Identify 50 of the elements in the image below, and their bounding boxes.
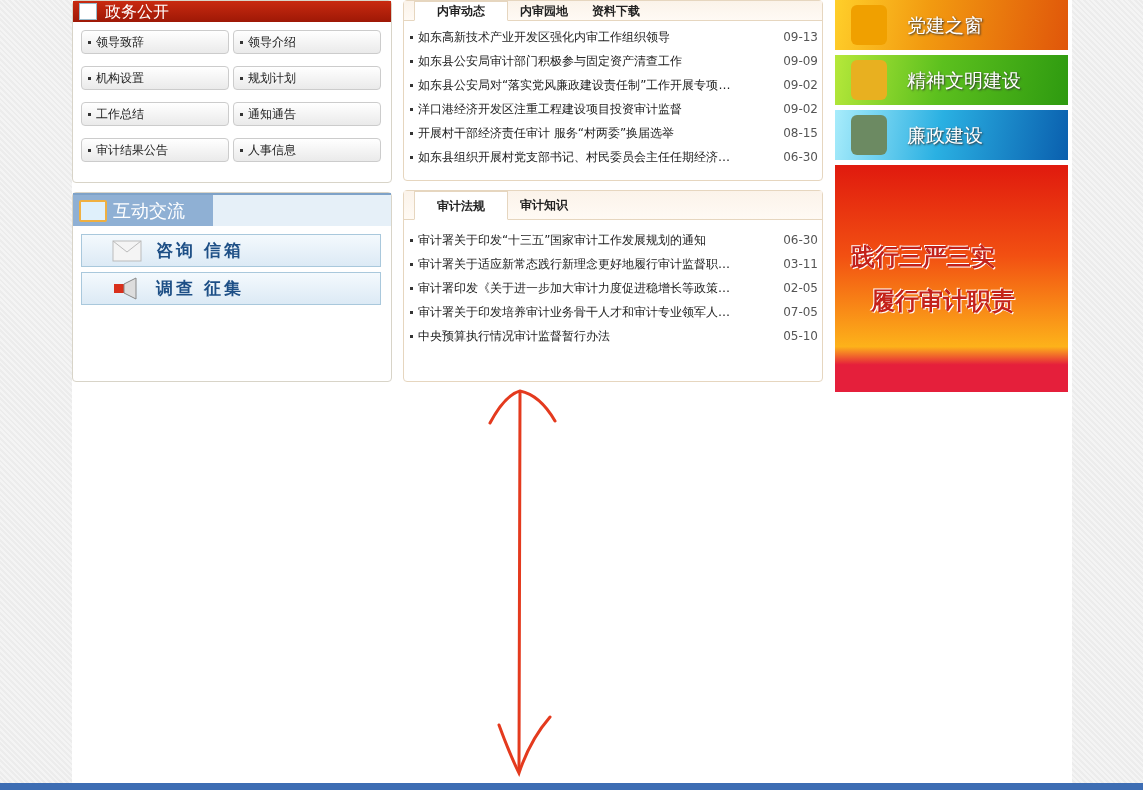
news-link[interactable]: 审计署印发《关于进一步加大审计力度促进稳增长等政策… [410,279,730,297]
nav-link-button[interactable]: 领导介绍 [232,30,381,54]
nav-link-button[interactable]: 领导致辞 [80,30,229,54]
news-date: 09-02 [783,77,818,94]
tab[interactable]: 资料下载 [580,1,652,20]
news-date: 03-11 [783,256,818,273]
window-icon [78,199,107,222]
emblem-icon [850,115,887,155]
service-button[interactable]: 咨询 信箱 [80,234,381,267]
panel-title: 互动交流 [112,199,185,223]
nav-link-button[interactable]: 规划计划 [232,66,381,90]
banner-slogan: 履行审计职责 [870,285,1015,317]
news-link[interactable]: 审计署关于适应新常态践行新理念更好地履行审计监督职… [410,255,730,273]
tab[interactable]: 审计法规 [414,191,508,220]
nav-link-button[interactable]: 机构设置 [80,66,229,90]
service-button[interactable]: 调查 征集 [80,272,381,305]
news-link[interactable]: 如东县公安局对“落实党风廉政建设责任制”工作开展专项… [410,76,731,94]
emblem-icon [850,60,887,100]
nav-link-button[interactable]: 通知通告 [232,102,381,126]
news-date: 02-05 [783,280,818,297]
news-link[interactable]: 如东高新技术产业开发区强化内审工作组织领导 [410,28,670,46]
news-link[interactable]: 审计署关于印发“十三五”国家审计工作发展规划的通知 [410,231,707,249]
panel-title: 政务公开 [104,0,169,23]
news-date: 09-09 [783,53,818,70]
news-date: 08-15 [783,125,818,142]
banner-title: 廉政建设 [906,122,983,148]
news-date: 06-30 [783,149,818,166]
document-icon [78,3,97,20]
news-date: 09-13 [783,29,818,46]
nav-link-button[interactable]: 人事信息 [232,138,381,162]
news-link[interactable]: 如东县公安局审计部门积极参与固定资产清查工作 [410,52,682,70]
banner-title: 党建之窗 [906,12,983,38]
news-date: 09-02 [783,101,818,118]
news-link[interactable]: 中央预算执行情况审计监督暂行办法 [410,327,610,345]
news-link[interactable]: 洋口港经济开发区注重工程建设项目投资审计监督 [410,100,682,118]
news-date: 07-05 [783,304,818,321]
news-link[interactable]: 开展村干部经济责任审计 服务“村两委”换届选举 [410,124,675,142]
nav-link-button[interactable]: 工作总结 [80,102,229,126]
tab[interactable]: 审计知识 [508,191,580,219]
news-date: 06-30 [783,232,818,249]
envelope-icon [111,239,142,262]
news-link[interactable]: 审计署关于印发培养审计业务骨干人才和审计专业领军人… [410,303,730,321]
emblem-icon [850,5,887,45]
banner-title: 精神文明建设 [906,67,1021,93]
banner-slogan: 践行三严三实 [850,241,995,273]
tab[interactable]: 内审动态 [414,1,508,21]
news-link[interactable]: 如东县组织开展村党支部书记、村民委员会主任任期经济… [410,148,730,166]
news-date: 05-10 [783,328,818,345]
tab[interactable]: 内审园地 [508,1,580,20]
nav-link-button[interactable]: 审计结果公告 [80,138,229,162]
